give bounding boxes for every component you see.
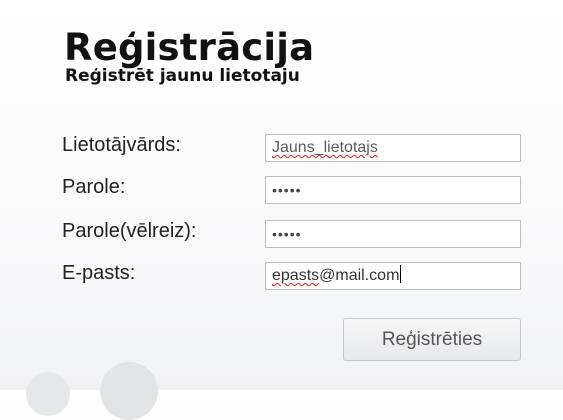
email-value-domain: @mail.com bbox=[319, 267, 400, 284]
password-input[interactable]: ••••• bbox=[265, 176, 521, 204]
username-value: Jauns_lietotajs bbox=[272, 139, 378, 156]
text-caret bbox=[400, 265, 402, 283]
page-title: Reģistrācija bbox=[64, 26, 315, 69]
password-repeat-label: Parole(vēlreiz): bbox=[62, 220, 197, 242]
email-input[interactable]: epasts@mail.com bbox=[265, 262, 521, 290]
password-label: Parole: bbox=[62, 176, 126, 198]
email-value-local-part: epasts bbox=[272, 267, 320, 284]
email-label: E-pasts: bbox=[62, 262, 136, 284]
background-decoration bbox=[26, 372, 70, 416]
password-repeat-input[interactable]: ••••• bbox=[265, 220, 521, 248]
username-label: Lietotājvārds: bbox=[62, 134, 181, 156]
register-button[interactable]: Reģistrēties bbox=[343, 318, 521, 361]
page-subtitle: Reģistrēt jaunu lietotaju bbox=[65, 66, 300, 86]
background-decoration bbox=[100, 362, 158, 420]
username-input[interactable]: Jauns_lietotajs bbox=[265, 134, 521, 162]
